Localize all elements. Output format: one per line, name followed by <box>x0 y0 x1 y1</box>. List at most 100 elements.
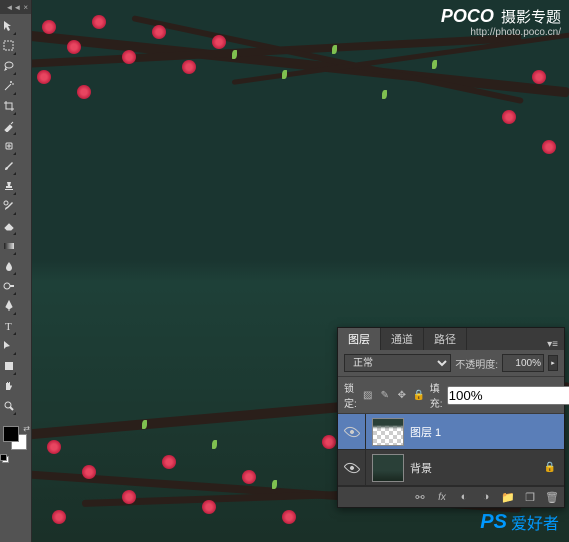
layer-name: 背景 <box>410 460 432 476</box>
lasso-tool[interactable] <box>2 57 16 75</box>
zoom-tool[interactable] <box>2 397 16 415</box>
collapse-icon[interactable]: ◄◄ <box>5 3 21 12</box>
stamp-tool[interactable] <box>2 177 16 195</box>
move-tool[interactable] <box>2 17 16 35</box>
visibility-toggle[interactable] <box>338 450 366 485</box>
swap-colors-icon[interactable]: ⇄ <box>23 424 30 433</box>
tab-layers[interactable]: 图层 <box>338 328 381 350</box>
flower <box>77 85 91 99</box>
pen-tool[interactable] <box>2 297 16 315</box>
ps-text: 爱好者 <box>511 510 559 534</box>
history-brush-tool[interactable] <box>2 197 16 215</box>
lock-label: 锁定: <box>344 380 357 410</box>
flower <box>152 25 166 39</box>
flower <box>67 40 81 54</box>
bottom-watermark: PS 爱好者 <box>480 510 559 534</box>
panel-menu-icon[interactable]: ▾≡ <box>541 339 564 350</box>
opacity-label: 不透明度: <box>455 356 498 371</box>
lock-all-icon[interactable]: 🔒 <box>412 388 426 402</box>
layer-item[interactable]: 背景 🔒 <box>338 450 564 486</box>
leaf <box>332 45 337 54</box>
opacity-chevron-icon[interactable]: ▸ <box>548 355 558 371</box>
opacity-input[interactable] <box>502 354 544 372</box>
group-icon[interactable]: 📁 <box>500 490 516 504</box>
dodge-tool[interactable] <box>2 277 16 295</box>
close-icon[interactable]: × <box>23 3 28 12</box>
tab-paths[interactable]: 路径 <box>424 328 467 350</box>
healing-tool[interactable] <box>2 137 16 155</box>
fill-input[interactable] <box>447 386 569 405</box>
flower <box>502 110 516 124</box>
brush-tool[interactable] <box>2 157 16 175</box>
wand-tool[interactable] <box>2 77 16 95</box>
leaf <box>272 480 277 489</box>
layer-list: 图层 1 背景 🔒 <box>338 414 564 486</box>
marquee-tool[interactable] <box>2 37 16 55</box>
flower <box>212 35 226 49</box>
panel-tabs: 图层 通道 路径 ▾≡ <box>338 328 564 350</box>
flower <box>122 490 136 504</box>
shape-tool[interactable] <box>2 357 16 375</box>
flower <box>202 500 216 514</box>
layer-thumbnail[interactable] <box>372 454 404 482</box>
fx-icon[interactable]: fx <box>434 490 450 504</box>
toolbar-header: ◄◄ × <box>0 0 31 14</box>
lock-transparency-icon[interactable]: ▨ <box>361 388 375 402</box>
flower <box>82 465 96 479</box>
flower <box>42 20 56 34</box>
foreground-color[interactable] <box>3 426 19 442</box>
lock-pixels-icon[interactable]: ✎ <box>378 388 392 402</box>
flower <box>242 470 256 484</box>
path-tool[interactable] <box>2 337 16 355</box>
eraser-tool[interactable] <box>2 217 16 235</box>
tools-panel: ◄◄ × T ⇄ <box>0 0 32 542</box>
lock-row: 锁定: ▨ ✎ ✥ 🔒 填充: ▸ <box>338 377 564 414</box>
tab-channels[interactable]: 通道 <box>381 328 424 350</box>
flower <box>47 440 61 454</box>
leaf <box>142 420 147 429</box>
layers-panel: 图层 通道 路径 ▾≡ 正常 不透明度: ▸ 锁定: ▨ ✎ ✥ 🔒 填充: ▸… <box>337 327 565 508</box>
blur-tool[interactable] <box>2 257 16 275</box>
panel-footer: ⚯ fx ◐ ◑ 📁 ❐ 🗑 <box>338 486 564 507</box>
flower <box>92 15 106 29</box>
hand-tool[interactable] <box>2 377 16 395</box>
new-layer-icon[interactable]: ❐ <box>522 490 538 504</box>
reset-colors-icon[interactable] <box>0 454 8 462</box>
layer-name: 图层 1 <box>410 424 441 440</box>
lock-icons: ▨ ✎ ✥ 🔒 <box>361 388 426 402</box>
blend-row: 正常 不透明度: ▸ <box>338 350 564 377</box>
eye-icon <box>343 423 360 440</box>
tool-grid: T <box>0 14 31 418</box>
ps-logo: PS <box>480 511 507 534</box>
lock-position-icon[interactable]: ✥ <box>395 388 409 402</box>
layer-thumbnail[interactable] <box>372 418 404 446</box>
flower <box>52 510 66 524</box>
link-layers-icon[interactable]: ⚯ <box>412 490 428 504</box>
blend-mode-select[interactable]: 正常 <box>344 354 451 372</box>
leaf <box>382 90 387 99</box>
fill-label: 填充: <box>430 380 443 410</box>
watermark-brand: POCO <box>441 6 494 26</box>
eyedropper-tool[interactable] <box>2 117 16 135</box>
leaf <box>212 440 217 449</box>
flower <box>37 70 51 84</box>
gradient-tool[interactable] <box>2 237 16 255</box>
leaf <box>282 70 287 79</box>
flower <box>122 50 136 64</box>
delete-icon[interactable]: 🗑 <box>544 490 560 504</box>
crop-tool[interactable] <box>2 97 16 115</box>
adjustment-icon[interactable]: ◑ <box>478 490 494 504</box>
type-tool[interactable]: T <box>2 317 16 335</box>
flower <box>532 70 546 84</box>
flower <box>542 140 556 154</box>
watermark: POCO 摄影专题 http://photo.poco.cn/ <box>441 6 561 38</box>
mask-icon[interactable]: ◐ <box>456 490 472 504</box>
eye-icon <box>343 459 360 476</box>
flower <box>282 510 296 524</box>
watermark-url: http://photo.poco.cn/ <box>441 27 561 38</box>
flower <box>162 455 176 469</box>
visibility-toggle[interactable] <box>338 414 366 449</box>
leaf <box>232 50 237 59</box>
color-swatches: ⇄ <box>0 424 31 462</box>
layer-item[interactable]: 图层 1 <box>338 414 564 450</box>
